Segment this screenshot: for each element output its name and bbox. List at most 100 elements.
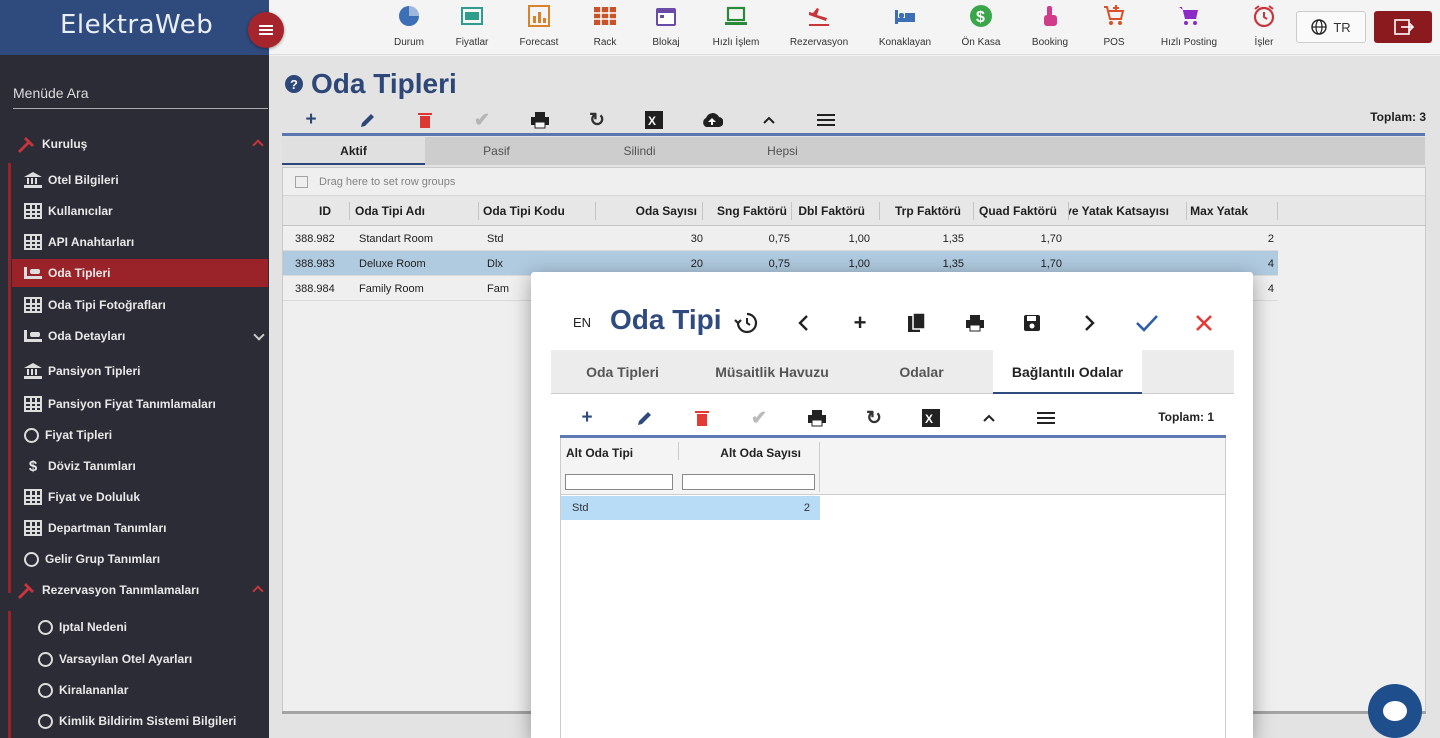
edit-icon[interactable] <box>634 408 656 428</box>
print-icon[interactable] <box>962 310 988 336</box>
previous-record-icon[interactable] <box>790 310 816 336</box>
top-navbar: Durum Fiyatlar Forecast Rack Blokaj Hızlı İşl… <box>269 0 1440 55</box>
menu-search-input[interactable]: Menüde Ara <box>13 85 268 109</box>
sidebar-item-label: Kimlik Bildirim Sistemi Bilgileri <box>59 714 237 728</box>
tab-odalar[interactable]: Odalar <box>850 350 993 394</box>
sidebar-item-varsayilan-ayarlar[interactable]: Varsayılan Otel Ayarları <box>38 645 283 673</box>
hamburger-icon <box>259 29 273 31</box>
bed-icon <box>893 4 917 28</box>
column-header[interactable]: Alt Oda Tipi <box>566 446 633 460</box>
save-icon[interactable] <box>1019 310 1045 336</box>
tools-icon <box>18 583 34 599</box>
sidebar-item-api-anahtarlari[interactable]: API Anahtarları <box>24 228 269 256</box>
sidebar-item-fiyat-tipleri[interactable]: Fiyat Tipleri <box>24 421 269 449</box>
bank-icon <box>24 172 42 188</box>
chat-button[interactable] <box>1368 684 1422 738</box>
tab-baglantili-odalar[interactable]: Bağlantılı Odalar <box>993 350 1142 394</box>
logout-button[interactable] <box>1374 11 1432 43</box>
language-label: TR <box>1333 19 1351 35</box>
forecast-chart-icon <box>527 4 551 28</box>
room-service-icon <box>24 363 42 379</box>
language-button[interactable]: TR <box>1296 11 1366 43</box>
menu-lines-icon[interactable] <box>1035 408 1057 428</box>
grid-icon <box>24 203 42 219</box>
dialog-grid-toolbar: + ✔ ↻ X Toplam: 1 <box>560 402 1226 438</box>
chevron-up-icon <box>252 139 264 151</box>
sidebar-item-label: Döviz Tanımları <box>48 459 136 473</box>
sidebar-item-kimlik-bildirim[interactable]: Kimlik Bildirim Sistemi Bilgileri <box>38 707 283 735</box>
tab-musaitlik-havuzu[interactable]: Müsaitlik Havuzu <box>694 350 850 394</box>
filter-alt-oda-tipi-input[interactable] <box>565 474 673 490</box>
next-record-icon[interactable] <box>1077 310 1103 336</box>
chevron-down-icon <box>253 329 265 341</box>
topnav-label: Hızlı İşlem <box>712 37 760 48</box>
sidebar-item-departman[interactable]: Departman Tanımları <box>24 514 269 542</box>
excel-icon[interactable]: X <box>920 408 942 428</box>
building-icon <box>24 520 42 536</box>
dollar-coin-icon: $ <box>969 4 993 28</box>
filter-alt-oda-sayisi-input[interactable] <box>682 474 815 490</box>
grid-icon <box>24 234 42 250</box>
sidebar-item-gelir-grup[interactable]: Gelir Grup Tanımları <box>24 545 269 573</box>
confirm-icon[interactable] <box>1134 310 1160 336</box>
sidebar-item-label: Otel Bilgileri <box>48 173 119 187</box>
svg-text:$: $ <box>976 9 985 26</box>
column-separator[interactable] <box>678 442 679 460</box>
sidebar-item-label: Pansiyon Tipleri <box>48 364 141 378</box>
refresh-icon[interactable]: ↻ <box>863 408 885 429</box>
cell-alt-oda-sayisi: 2 <box>803 502 810 514</box>
calendar-icon <box>24 489 42 505</box>
sidebar-item-iptal-nedeni[interactable]: Iptal Nedeni <box>38 613 283 641</box>
dialog-language-toggle[interactable]: EN <box>573 315 591 330</box>
topnav-label: Hızlı Posting <box>1160 37 1218 48</box>
collapse-icon[interactable] <box>978 408 1000 428</box>
approve-all-icon[interactable]: ✔ <box>748 408 770 429</box>
topnav-item-h-zl-i-lem[interactable]: Hızlı İşlem <box>691 4 781 50</box>
sidebar-group-rule <box>8 163 11 593</box>
sidebar-group-rule <box>8 611 11 738</box>
sidebar-item-label: Fiyat ve Doluluk <box>48 490 141 504</box>
sidebar-item-pansiyon-fiyat[interactable]: Pansiyon Fiyat Tanımlamaları <box>24 390 269 418</box>
print-icon[interactable] <box>806 408 828 428</box>
topnav-label: Blokaj <box>652 37 680 48</box>
table-row[interactable]: Std 2 <box>561 496 820 520</box>
chat-bubble-icon <box>1383 701 1407 721</box>
sidebar-item-kullanicilar[interactable]: Kullanıcılar <box>24 197 269 225</box>
add-icon[interactable]: + <box>847 310 873 336</box>
sidebar-item-label: Kullanıcılar <box>48 204 113 218</box>
close-icon[interactable] <box>1191 310 1217 336</box>
room-type-dialog: EN Oda Tipi + Oda Tipleri Müsaitlik Havu… <box>531 272 1253 738</box>
grid-header: Alt Oda Tipi Alt Oda Sayısı <box>561 438 1225 495</box>
sidebar-group-rezervasyon[interactable]: Rezervasyon Tanımlamaları <box>16 581 268 599</box>
topnav-label: Booking <box>1031 37 1069 48</box>
history-icon[interactable] <box>733 310 759 336</box>
copy-icon[interactable] <box>904 310 930 336</box>
sidebar-item-kiralananlar[interactable]: Kiralananlar <box>38 676 283 704</box>
svg-text:X: X <box>925 412 933 426</box>
menu-toggle-button[interactable] <box>248 12 284 48</box>
sidebar-item-pansiyon-tipleri[interactable]: Pansiyon Tipleri <box>24 357 269 385</box>
linked-rooms-grid: Alt Oda Tipi Alt Oda Sayısı Std 2 <box>560 438 1226 738</box>
topnav-item-rezervasyon[interactable]: Rezervasyon <box>774 4 864 50</box>
sidebar-item-oda-detaylari[interactable]: Oda Detayları <box>24 322 269 350</box>
sidebar: Menüde Ara Kuruluş Otel Bilgileri Kullan… <box>0 55 269 738</box>
sidebar-item-label: Iptal Nedeni <box>59 620 128 634</box>
sidebar-item-label: Fiyat Tipleri <box>45 428 113 442</box>
sidebar-item-fiyat-doluluk[interactable]: Fiyat ve Doluluk <box>24 483 269 511</box>
column-separator[interactable] <box>819 442 820 492</box>
sidebar-item-oda-tipleri[interactable]: Oda Tipleri <box>12 259 268 287</box>
column-header[interactable]: Alt Oda Sayısı <box>683 446 801 460</box>
sidebar-item-doviz[interactable]: $ Döviz Tanımları <box>24 452 269 480</box>
sidebar-item-label: Departman Tanımları <box>48 521 167 535</box>
sidebar-group-kurulus[interactable]: Kuruluş <box>16 135 268 153</box>
tab-oda-tipleri[interactable]: Oda Tipleri <box>551 350 694 394</box>
topnav-label: Forecast <box>519 37 559 48</box>
pie-chart-icon <box>397 4 421 28</box>
chevron-up-icon <box>252 585 264 597</box>
sidebar-item-label: Gelir Grup Tanımları <box>45 552 161 566</box>
delete-icon[interactable] <box>691 408 713 428</box>
sidebar-item-otel-bilgileri[interactable]: Otel Bilgileri <box>24 166 269 194</box>
topnav-label: Ön Kasa <box>961 37 1001 48</box>
add-icon[interactable]: + <box>576 407 598 428</box>
sidebar-item-oda-tipi-fotograflari[interactable]: Oda Tipi Fotoğrafları <box>24 291 269 319</box>
